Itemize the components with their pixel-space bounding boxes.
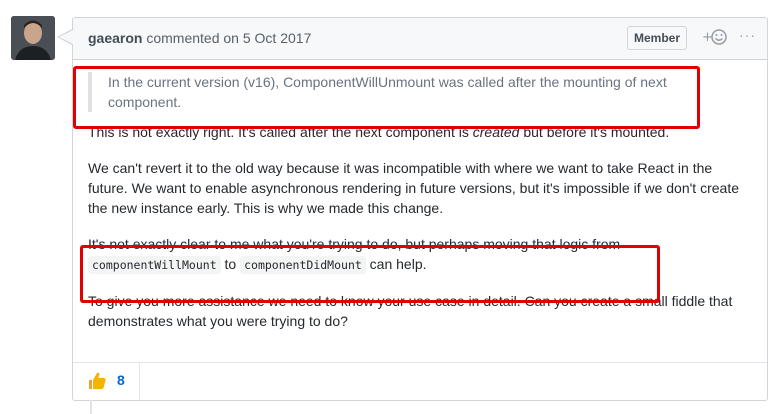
add-reaction-button[interactable]: + (701, 28, 731, 48)
avatar-photo (11, 16, 55, 60)
member-badge: Member (627, 26, 688, 50)
highlight-box-suggestion (80, 245, 660, 303)
comment-pointer-fill (59, 30, 73, 44)
thumbs-up-icon (89, 372, 106, 389)
reaction-count: 8 (117, 372, 125, 388)
timeline-line (90, 400, 92, 414)
add-reaction-icon: + (702, 29, 727, 45)
paragraph-2: We can't revert it to the old way becaus… (88, 160, 739, 216)
comment-action: commented on (146, 30, 239, 46)
comment-date[interactable]: 5 Oct 2017 (243, 30, 312, 46)
avatar[interactable] (11, 16, 55, 60)
comment-author[interactable]: gaearon (88, 30, 142, 46)
comment-header: gaearon commented on 5 Oct 2017 Member +… (73, 18, 767, 60)
thumbs-up-reaction[interactable]: 8 (73, 363, 140, 400)
highlight-box-quote (73, 66, 700, 129)
comment-meta: gaearon commented on 5 Oct 2017 (88, 30, 311, 46)
reactions-bar: 8 (73, 362, 767, 400)
more-options-button[interactable]: ··· (739, 27, 756, 43)
